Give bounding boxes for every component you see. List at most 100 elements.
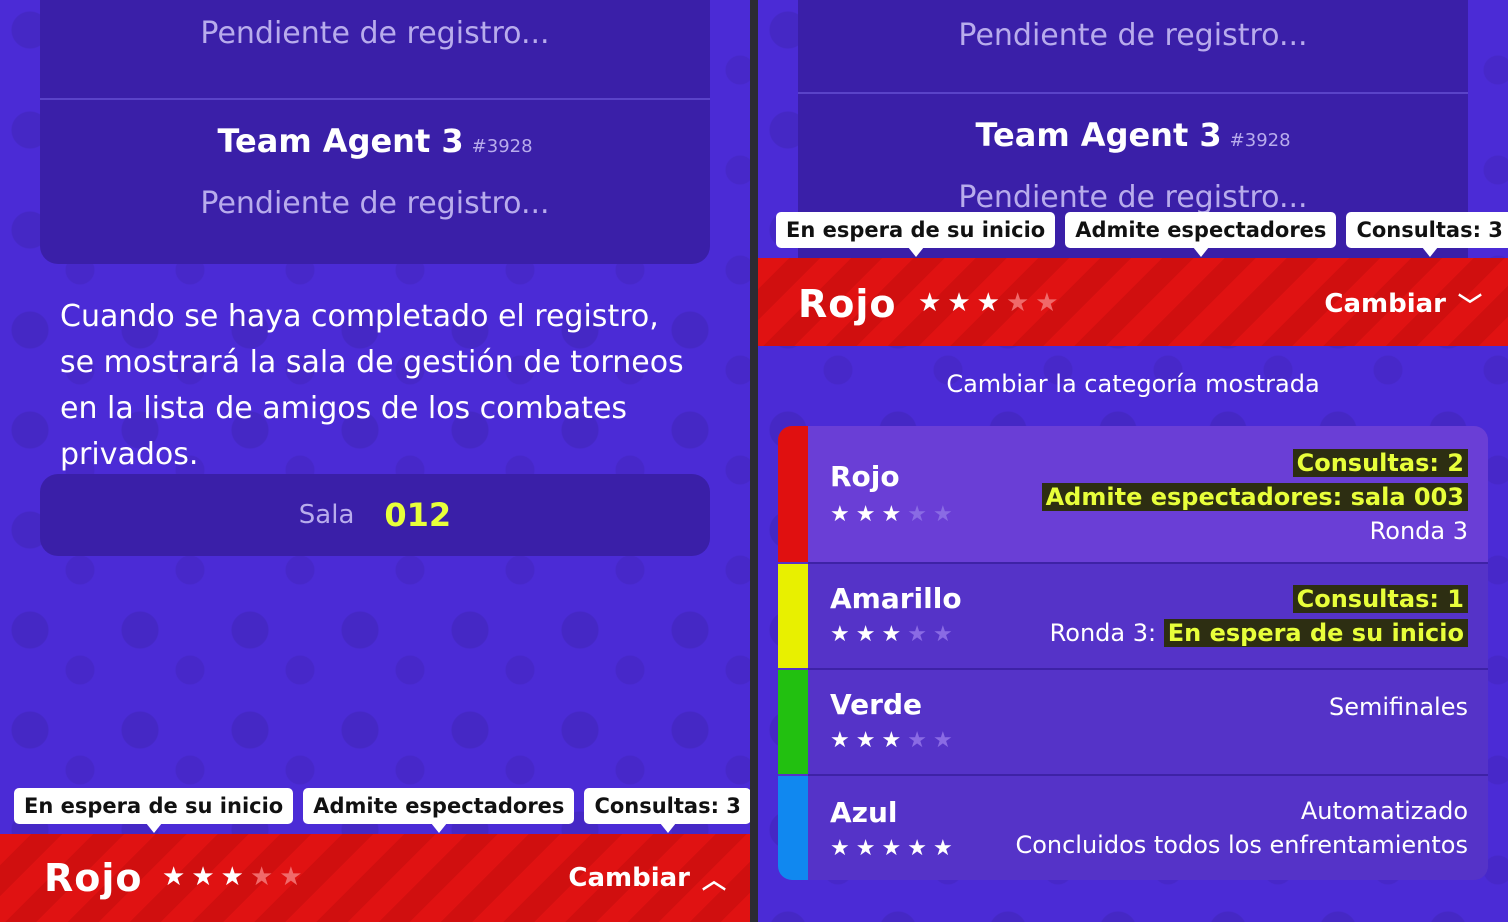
room-box: Sala 012 <box>40 474 710 556</box>
category-item-verde[interactable]: Verde ★ ★ ★ ★ ★ Semifinales <box>778 670 1488 774</box>
category-bar[interactable]: Rojo ★ ★ ★ ★ ★ Cambiar ︿ <box>0 834 750 922</box>
difficulty-stars: ★ ★ ★ ★ ★ <box>830 728 953 753</box>
color-strip <box>778 670 808 774</box>
star-empty-icon: ★ <box>1035 288 1059 318</box>
color-strip <box>778 426 808 562</box>
category-name: Rojo <box>44 856 143 900</box>
pending-registration-1: Pendiente de registro... <box>200 16 550 51</box>
star-icon: ★ <box>830 728 850 753</box>
star-icon: ★ <box>881 622 902 647</box>
star-icon: ★ <box>907 836 927 861</box>
change-button[interactable]: Cambiar ﹀ <box>1324 286 1482 321</box>
star-icon: ★ <box>855 728 876 753</box>
round-prefix: Ronda 3: <box>1049 619 1157 647</box>
star-empty-icon: ★ <box>907 622 927 647</box>
divider <box>40 98 710 100</box>
right-panel: Pendiente de registro... Team Agent 3 #39… <box>758 0 1508 922</box>
star-empty-icon: ★ <box>907 728 927 753</box>
change-label: Cambiar <box>1324 288 1446 319</box>
star-icon: ★ <box>855 836 876 861</box>
left-panel: Pendiente de registro... Team Agent 3 #39… <box>0 0 750 922</box>
category-name: Amarillo <box>830 582 962 615</box>
room-number: 012 <box>384 496 452 534</box>
star-empty-icon: ★ <box>932 502 953 527</box>
status-tag-spectators: Admite espectadores <box>1065 212 1337 257</box>
pending-registration-2: Pendiente de registro... <box>200 186 550 221</box>
category-details: Semifinales <box>1329 690 1468 724</box>
status-tag-queries: Consultas: 3 <box>1346 212 1508 257</box>
team-name: Team Agent 3 <box>975 116 1222 154</box>
difficulty-stars: ★ ★ ★ ★ ★ <box>830 502 953 527</box>
category-name: Azul <box>830 796 898 829</box>
star-icon: ★ <box>855 502 876 527</box>
color-strip <box>778 776 808 880</box>
star-icon: ★ <box>881 728 902 753</box>
category-name: Verde <box>830 688 922 721</box>
team-name: Team Agent 3 <box>217 122 464 160</box>
star-icon: ★ <box>830 836 850 861</box>
star-icon: ★ <box>932 836 953 861</box>
star-icon: ★ <box>881 502 902 527</box>
status-tags: En espera de su inicio Admite espectador… <box>14 788 750 833</box>
queries-badge: Consultas: 2 <box>1292 449 1468 477</box>
category-details: Automatizado Concluidos todos los enfren… <box>1015 794 1468 862</box>
waiting-badge: En espera de su inicio <box>1163 619 1468 647</box>
color-strip <box>778 564 808 668</box>
room-label: Sala <box>298 500 355 530</box>
category-name: Rojo <box>798 282 897 326</box>
status-text: Concluidos todos los enfrentamientos <box>1015 831 1468 859</box>
status-tag-waiting: En espera de su inicio <box>14 788 294 833</box>
star-empty-icon: ★ <box>932 728 953 753</box>
round-text: Semifinales <box>1328 693 1468 721</box>
divider <box>798 92 1468 94</box>
star-empty-icon: ★ <box>279 862 303 892</box>
status-tags: En espera de su inicio Admite espectador… <box>776 212 1508 257</box>
star-icon: ★ <box>830 502 850 527</box>
category-item-azul[interactable]: Azul ★ ★ ★ ★ ★ Automatizado Concluidos t… <box>778 776 1488 880</box>
star-icon: ★ <box>881 836 902 861</box>
change-button[interactable]: Cambiar ︿ <box>568 860 726 895</box>
star-icon: ★ <box>220 862 244 892</box>
pending-registration-1: Pendiente de registro... <box>958 18 1308 53</box>
chevron-down-icon: ﹀ <box>1458 292 1482 320</box>
chevron-up-icon: ︿ <box>702 866 726 894</box>
difficulty-stars: ★ ★ ★ ★ ★ <box>830 622 953 647</box>
star-icon: ★ <box>976 288 1000 318</box>
spectators-badge: Admite espectadores: sala 003 <box>1041 483 1468 511</box>
star-icon: ★ <box>855 622 876 647</box>
category-name: Rojo <box>830 460 900 493</box>
info-text: Cuando se haya completado el registro, s… <box>60 299 684 472</box>
star-empty-icon: ★ <box>907 502 927 527</box>
queries-badge: Consultas: 1 <box>1292 585 1468 613</box>
star-icon: ★ <box>918 288 942 318</box>
star-empty-icon: ★ <box>249 862 274 892</box>
category-bar[interactable]: Rojo ★ ★ ★ ★ ★ Cambiar ﹀ <box>758 258 1508 346</box>
star-icon: ★ <box>830 622 850 647</box>
change-label: Cambiar <box>568 862 690 893</box>
panel-divider <box>750 0 758 922</box>
team-entry: Team Agent 3 #3928 <box>798 116 1468 154</box>
category-details: Consultas: 1 Ronda 3: En espera de su in… <box>1050 582 1468 650</box>
star-empty-icon: ★ <box>1005 288 1030 318</box>
category-item-amarillo[interactable]: Amarillo ★ ★ ★ ★ ★ Consultas: 1 Ronda 3:… <box>778 564 1488 668</box>
team-entry: Team Agent 3 #3928 <box>40 122 710 160</box>
pending-registration-2: Pendiente de registro... <box>958 180 1308 215</box>
category-list-title: Cambiar la categoría mostrada <box>946 370 1320 398</box>
star-icon: ★ <box>947 288 971 318</box>
mode-text: Automatizado <box>1300 797 1468 825</box>
status-tag-waiting: En espera de su inicio <box>776 212 1056 257</box>
star-icon: ★ <box>191 862 215 892</box>
category-list: Rojo ★ ★ ★ ★ ★ Consultas: 2 Admite espec… <box>778 426 1488 880</box>
difficulty-stars: ★ ★ ★ ★ ★ <box>162 862 303 892</box>
star-icon: ★ <box>162 862 186 892</box>
team-code: #3928 <box>1229 130 1291 151</box>
star-empty-icon: ★ <box>932 622 953 647</box>
team-card: Pendiente de registro... Team Agent 3 #39… <box>40 0 710 264</box>
category-item-rojo[interactable]: Rojo ★ ★ ★ ★ ★ Consultas: 2 Admite espec… <box>778 426 1488 562</box>
round-text: Ronda 3 <box>1369 517 1468 545</box>
difficulty-stars: ★ ★ ★ ★ ★ <box>918 288 1059 318</box>
status-tag-queries: Consultas: 3 <box>584 788 750 833</box>
category-details: Consultas: 2 Admite espectadores: sala 0… <box>1041 446 1468 548</box>
status-tag-spectators: Admite espectadores <box>303 788 575 833</box>
difficulty-stars: ★ ★ ★ ★ ★ <box>830 836 953 861</box>
